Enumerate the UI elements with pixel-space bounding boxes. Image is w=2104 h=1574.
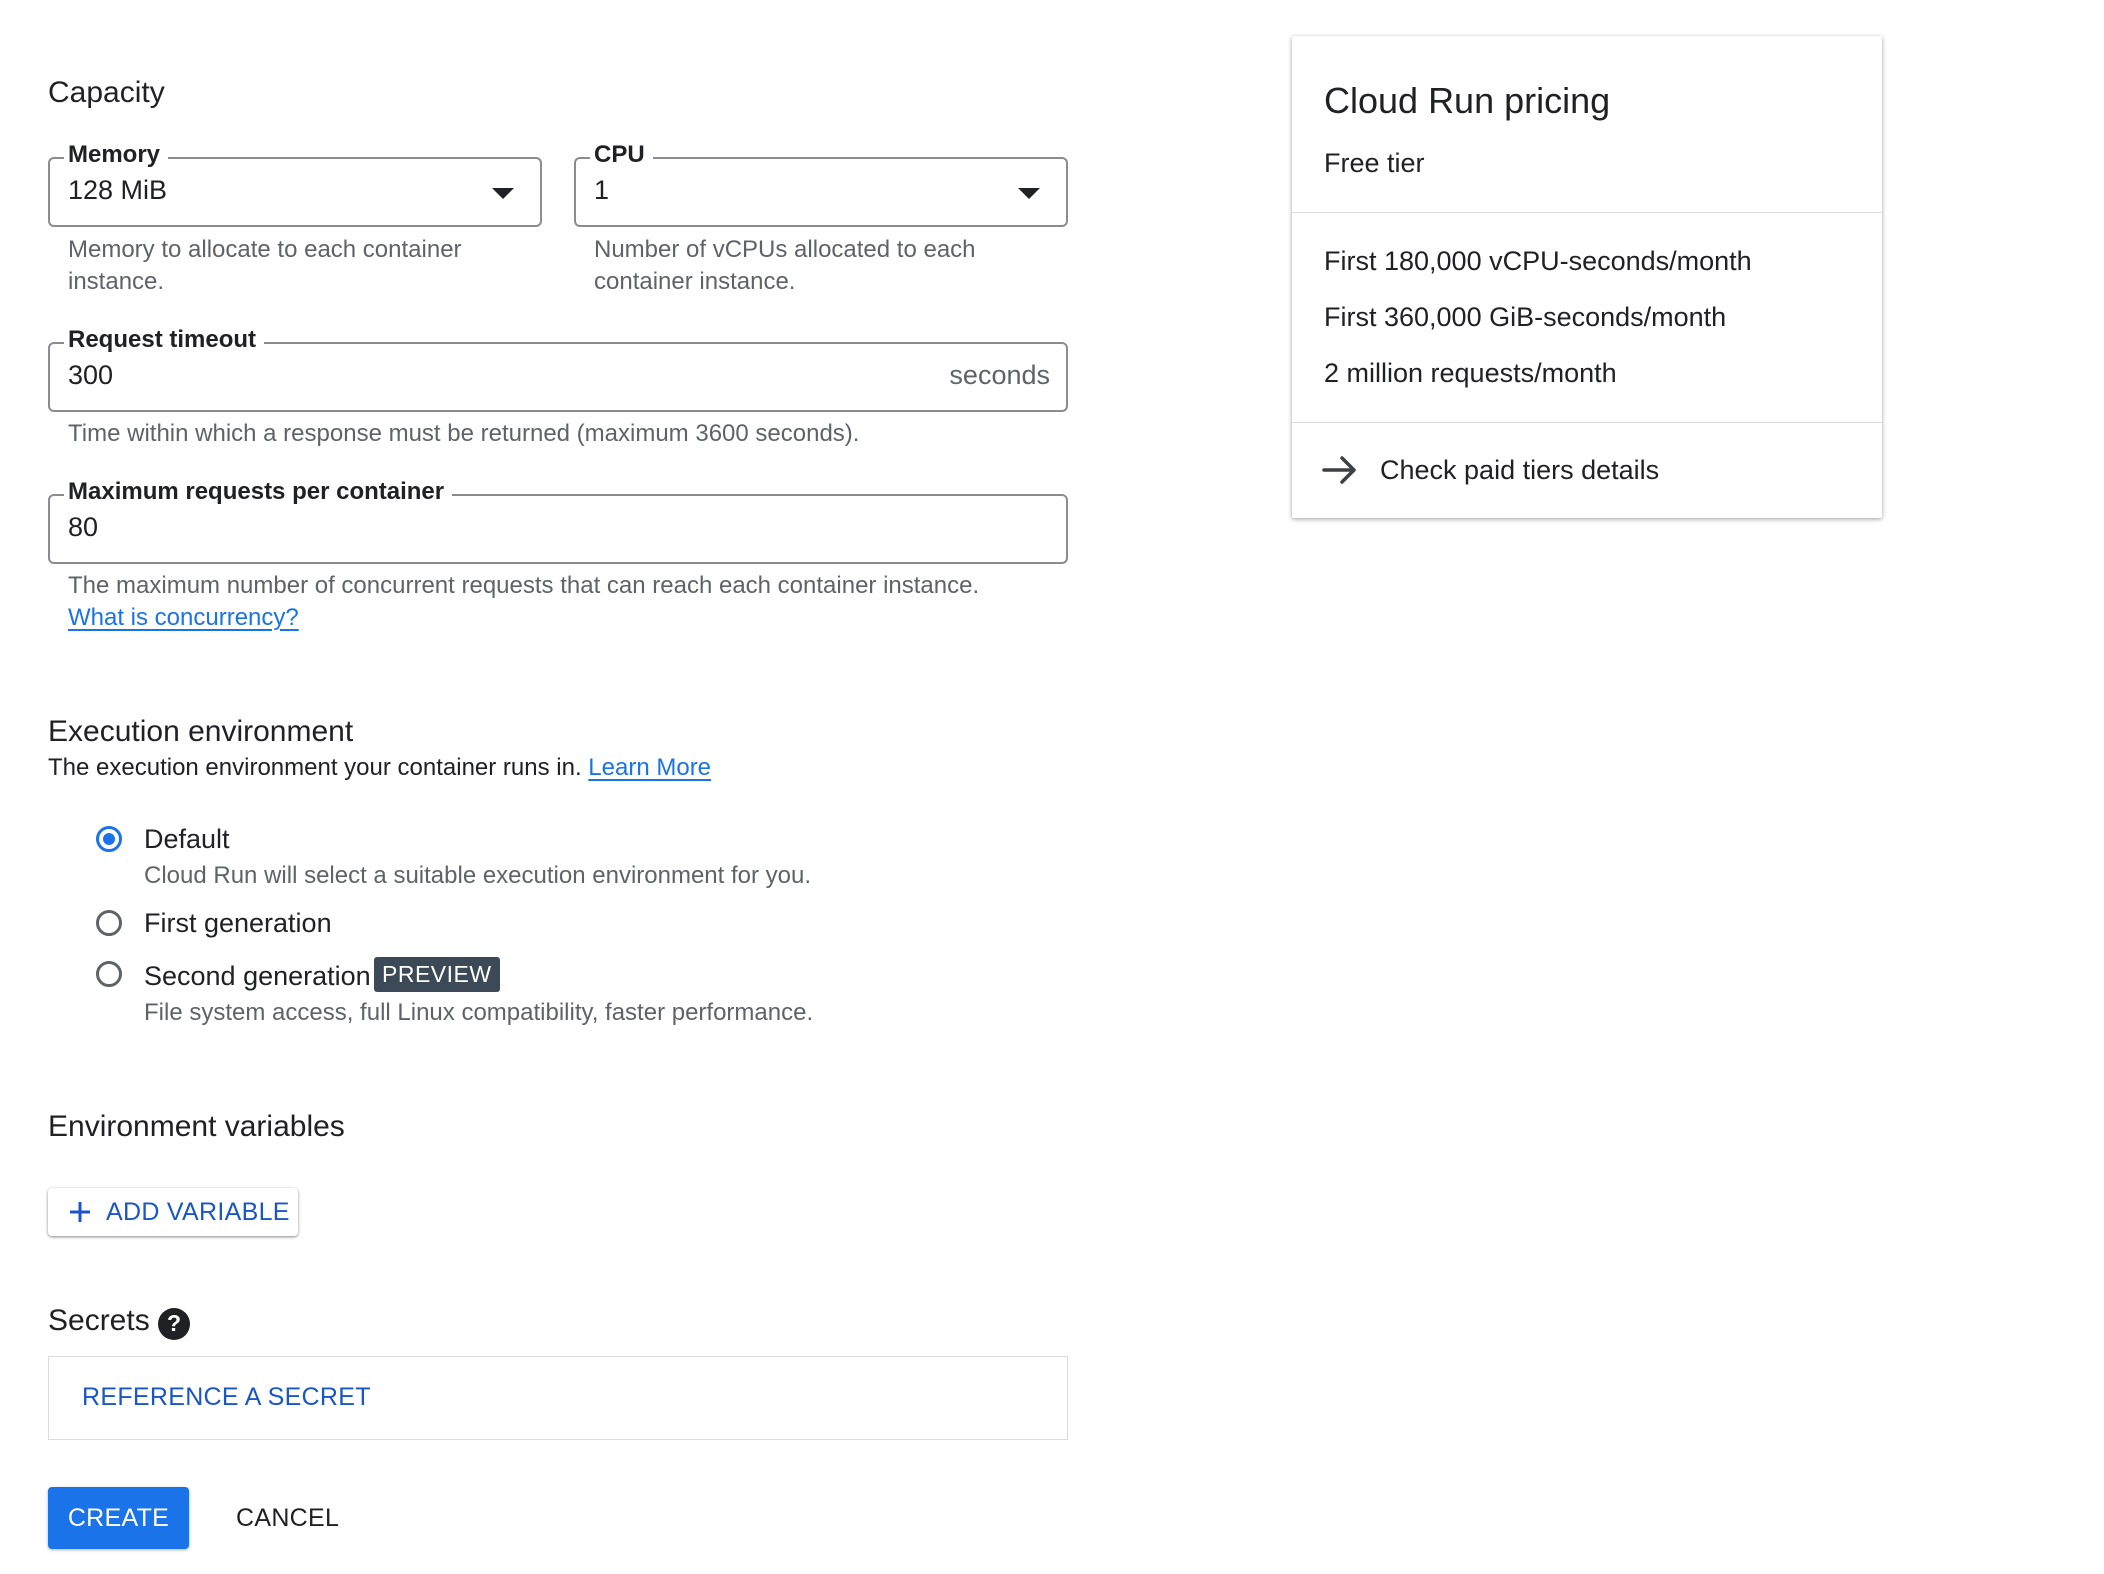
memory-helper-line: instance. [68, 268, 165, 295]
execution-environment-heading: Execution environment [48, 715, 354, 748]
radio-button-unchecked[interactable] [96, 961, 122, 987]
memory-label: Memory [64, 141, 169, 169]
radio-option-first-generation[interactable]: First generation [94, 906, 814, 946]
check-paid-tiers-label: Check paid tiers details [1380, 455, 1660, 485]
execution-environment-description: The execution environment your container… [48, 754, 582, 781]
radio-label-first-generation: First generation [144, 908, 332, 938]
check-paid-tiers-link[interactable]: Check paid tiers details [1292, 424, 1882, 518]
add-variable-label: ADD VARIABLE [106, 1198, 290, 1226]
cpu-label: CPU [590, 141, 653, 169]
plus-icon [70, 1202, 90, 1222]
request-timeout-value: 300 [68, 360, 114, 390]
radio-button-checked[interactable] [96, 826, 122, 852]
cpu-helper-line: container instance. [594, 268, 796, 295]
chevron-down-icon [1018, 188, 1040, 199]
request-timeout-field[interactable]: Request timeout 300 seconds [48, 326, 1068, 412]
help-icon[interactable]: ? [158, 1308, 190, 1340]
capacity-heading: Capacity [48, 76, 165, 109]
add-variable-button[interactable]: ADD VARIABLE [48, 1188, 298, 1236]
pricing-subtitle: Free tier [1324, 148, 1425, 178]
radio-option-default[interactable]: Default Cloud Run will select a suitable… [94, 822, 814, 898]
execution-environment-description-row: The execution environment your container… [48, 754, 711, 782]
arrow-right-icon [1322, 456, 1356, 484]
learn-more-link[interactable]: Learn More [588, 754, 711, 781]
cpu-value: 1 [594, 175, 610, 205]
environment-variables-heading: Environment variables [48, 1110, 345, 1143]
cpu-helper-line: Number of vCPUs allocated to each [594, 236, 976, 263]
question-mark-glyph: ? [166, 1310, 182, 1336]
memory-helper-line: Memory to allocate to each container [68, 236, 462, 263]
max-requests-helper: The maximum number of concurrent request… [68, 572, 980, 599]
reference-secret-button[interactable]: REFERENCE A SECRET [82, 1383, 371, 1412]
memory-value: 128 MiB [68, 175, 168, 205]
secrets-panel: REFERENCE A SECRET [48, 1356, 1068, 1440]
memory-select[interactable]: Memory 128 MiB [48, 141, 542, 227]
pricing-item: First 360,000 GiB-seconds/month [1324, 302, 1727, 332]
secrets-heading: Secrets [48, 1304, 150, 1337]
memory-helper: Memory to allocate to each container ins… [68, 234, 508, 298]
chevron-down-icon [492, 188, 514, 199]
request-timeout-label: Request timeout [64, 326, 265, 354]
cancel-button-label: CANCEL [236, 1504, 340, 1532]
divider [1292, 212, 1882, 213]
pricing-title: Cloud Run pricing [1324, 80, 1611, 121]
radio-description-default: Cloud Run will select a suitable executi… [144, 862, 812, 889]
create-button[interactable]: CREATE [48, 1487, 189, 1549]
radio-label-default: Default [144, 824, 230, 854]
cpu-helper: Number of vCPUs allocated to each contai… [594, 234, 1034, 298]
max-requests-value: 80 [68, 512, 99, 542]
max-requests-field[interactable]: Maximum requests per container 80 [48, 478, 1068, 564]
preview-badge: PREVIEW [374, 957, 500, 992]
request-timeout-helper: Time within which a response must be ret… [68, 420, 860, 447]
radio-label-second-generation: Second generation [144, 961, 371, 991]
cpu-select[interactable]: CPU 1 [574, 141, 1068, 227]
what-is-concurrency-link[interactable]: What is concurrency? [68, 604, 299, 631]
cancel-button[interactable]: CANCEL [218, 1487, 358, 1549]
pricing-card: Cloud Run pricing Free tier First 180,00… [1292, 36, 1882, 518]
pricing-item: First 180,000 vCPU-seconds/month [1324, 246, 1752, 276]
radio-option-second-generation[interactable]: Second generation PREVIEW File system ac… [94, 957, 854, 1033]
request-timeout-suffix: seconds [949, 360, 1050, 390]
pricing-item: 2 million requests/month [1324, 358, 1617, 388]
max-requests-helper-link-row: What is concurrency? [68, 602, 299, 634]
divider [1292, 422, 1882, 423]
max-requests-label: Maximum requests per container [64, 478, 453, 506]
radio-description-second-generation: File system access, full Linux compatibi… [144, 999, 814, 1026]
radio-button-unchecked[interactable] [96, 910, 122, 936]
create-button-label: CREATE [67, 1504, 170, 1532]
